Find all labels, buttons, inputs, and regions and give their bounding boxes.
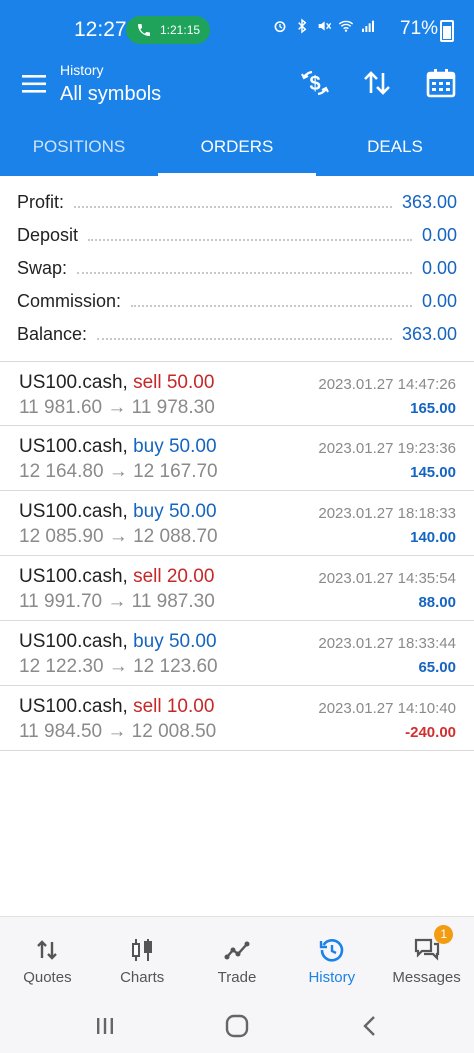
deal-side: buy 50.00 <box>133 501 217 522</box>
deal-profit: 65.00 <box>418 659 456 676</box>
nav-quotes[interactable]: Quotes <box>0 917 95 1000</box>
deal-time: 2023.01.27 14:35:54 <box>318 570 456 587</box>
account-summary: Profit: 363.00 Deposit 0.00 Swap: 0.00 Comm… <box>0 186 474 351</box>
call-duration: 1:21:15 <box>160 23 201 37</box>
list-item[interactable]: US100.cash, sell 50.00 11 981.60 → 11 97… <box>0 361 474 426</box>
back-button[interactable] <box>356 1012 384 1040</box>
wifi-icon <box>338 20 354 32</box>
status-time: 12:27 <box>74 18 127 41</box>
mute-icon <box>318 21 332 31</box>
nav-charts[interactable]: Charts <box>95 917 190 1000</box>
deal-side: sell 10.00 <box>133 696 215 717</box>
deal-prices: 11 991.70 → 11 987.30 <box>19 591 215 612</box>
active-tab-indicator <box>158 173 316 176</box>
status-bar: 12:27 1:21:15 71% <box>0 0 474 58</box>
home-icon <box>225 1014 249 1038</box>
calendar-icon <box>426 69 456 98</box>
menu-icon[interactable] <box>22 73 48 95</box>
deal-side: buy 50.00 <box>133 631 217 652</box>
tab-orders[interactable]: ORDERS <box>158 120 316 176</box>
battery-icon <box>440 20 454 42</box>
deal-symbol: US100.cash, <box>19 436 128 457</box>
deal-profit: 165.00 <box>410 400 456 417</box>
deal-time: 2023.01.27 14:47:26 <box>318 376 456 393</box>
deal-time: 2023.01.27 18:33:44 <box>318 635 456 652</box>
history-tabs: POSITIONS ORDERS DEALS <box>0 120 474 176</box>
list-item[interactable]: US100.cash, buy 50.00 12 122.30 → 12 123… <box>0 621 474 686</box>
alarm-icon <box>274 21 286 33</box>
deal-symbol: US100.cash, <box>19 501 128 522</box>
calendar-button[interactable] <box>424 66 458 100</box>
app-bar: History All symbols $ <box>0 58 474 120</box>
ongoing-call-pill[interactable]: 1:21:15 <box>126 16 210 44</box>
back-icon <box>363 1016 375 1036</box>
status-icons <box>272 18 376 34</box>
summary-row-deposit: Deposit 0.00 <box>17 225 457 245</box>
quotes-icon <box>37 940 58 960</box>
deal-symbol: US100.cash, <box>19 696 128 717</box>
deal-profit: -240.00 <box>405 724 456 741</box>
recents-icon <box>97 1018 113 1034</box>
deal-symbol: US100.cash, <box>19 631 128 652</box>
list-item[interactable]: US100.cash, buy 50.00 12 164.80 → 12 167… <box>0 426 474 491</box>
deal-time: 2023.01.27 19:23:36 <box>318 440 456 457</box>
recents-button[interactable] <box>91 1012 119 1040</box>
system-nav-bar <box>0 1000 474 1053</box>
deal-symbol: US100.cash, <box>19 372 128 393</box>
history-icon <box>319 938 344 962</box>
deal-profit: 145.00 <box>410 464 456 481</box>
bottom-nav: Quotes Charts Trade History Messages 1 <box>0 916 474 1000</box>
summary-row-balance: Balance: 363.00 <box>17 324 457 344</box>
signal-icon <box>362 20 374 32</box>
nav-history[interactable]: History <box>284 917 379 1000</box>
deals-list: US100.cash, sell 50.00 11 981.60 → 11 97… <box>0 361 474 751</box>
page-subtitle: History <box>60 62 104 78</box>
summary-row-profit: Profit: 363.00 <box>17 192 457 212</box>
charts-icon <box>132 939 153 961</box>
deal-side: sell 50.00 <box>133 372 215 393</box>
bluetooth-icon <box>298 18 307 34</box>
sort-button[interactable] <box>360 66 394 100</box>
nav-trade[interactable]: Trade <box>190 917 285 1000</box>
battery-percent: 71% <box>400 18 439 39</box>
deal-side: buy 50.00 <box>133 436 217 457</box>
deal-symbol: US100.cash, <box>19 566 128 587</box>
deal-side: sell 20.00 <box>133 566 215 587</box>
list-item[interactable]: US100.cash, sell 20.00 11 991.70 → 11 98… <box>0 556 474 621</box>
home-button[interactable] <box>223 1012 251 1040</box>
deal-prices: 12 164.80 → 12 167.70 <box>19 461 218 482</box>
currency-exchange-icon: $ <box>301 70 329 96</box>
unread-badge: 1 <box>434 925 454 944</box>
nav-messages[interactable]: Messages 1 <box>379 917 474 1000</box>
deal-profit: 140.00 <box>410 529 456 546</box>
deal-prices: 11 984.50 → 12 008.50 <box>19 721 217 742</box>
deal-prices: 11 981.60 → 11 978.30 <box>19 397 215 418</box>
deposit-filter-button[interactable]: $ <box>298 66 332 100</box>
tab-positions[interactable]: POSITIONS <box>0 120 158 176</box>
deal-prices: 12 085.90 → 12 088.70 <box>19 526 218 547</box>
list-item[interactable]: US100.cash, buy 50.00 12 085.90 → 12 088… <box>0 491 474 556</box>
phone-icon <box>138 24 150 36</box>
tab-deals[interactable]: DEALS <box>316 120 474 176</box>
list-item[interactable]: US100.cash, sell 10.00 11 984.50 → 12 00… <box>0 686 474 751</box>
svg-text:$: $ <box>309 73 320 95</box>
summary-row-swap: Swap: 0.00 <box>17 258 457 278</box>
deal-profit: 88.00 <box>418 594 456 611</box>
symbol-filter-title[interactable]: All symbols <box>60 83 161 106</box>
deal-prices: 12 122.30 → 12 123.60 <box>19 656 218 677</box>
trade-icon <box>224 941 250 960</box>
deal-time: 2023.01.27 18:18:33 <box>318 505 456 522</box>
sort-arrows-icon <box>364 71 390 95</box>
summary-row-commission: Commission: 0.00 <box>17 291 457 311</box>
deal-time: 2023.01.27 14:10:40 <box>318 700 456 717</box>
